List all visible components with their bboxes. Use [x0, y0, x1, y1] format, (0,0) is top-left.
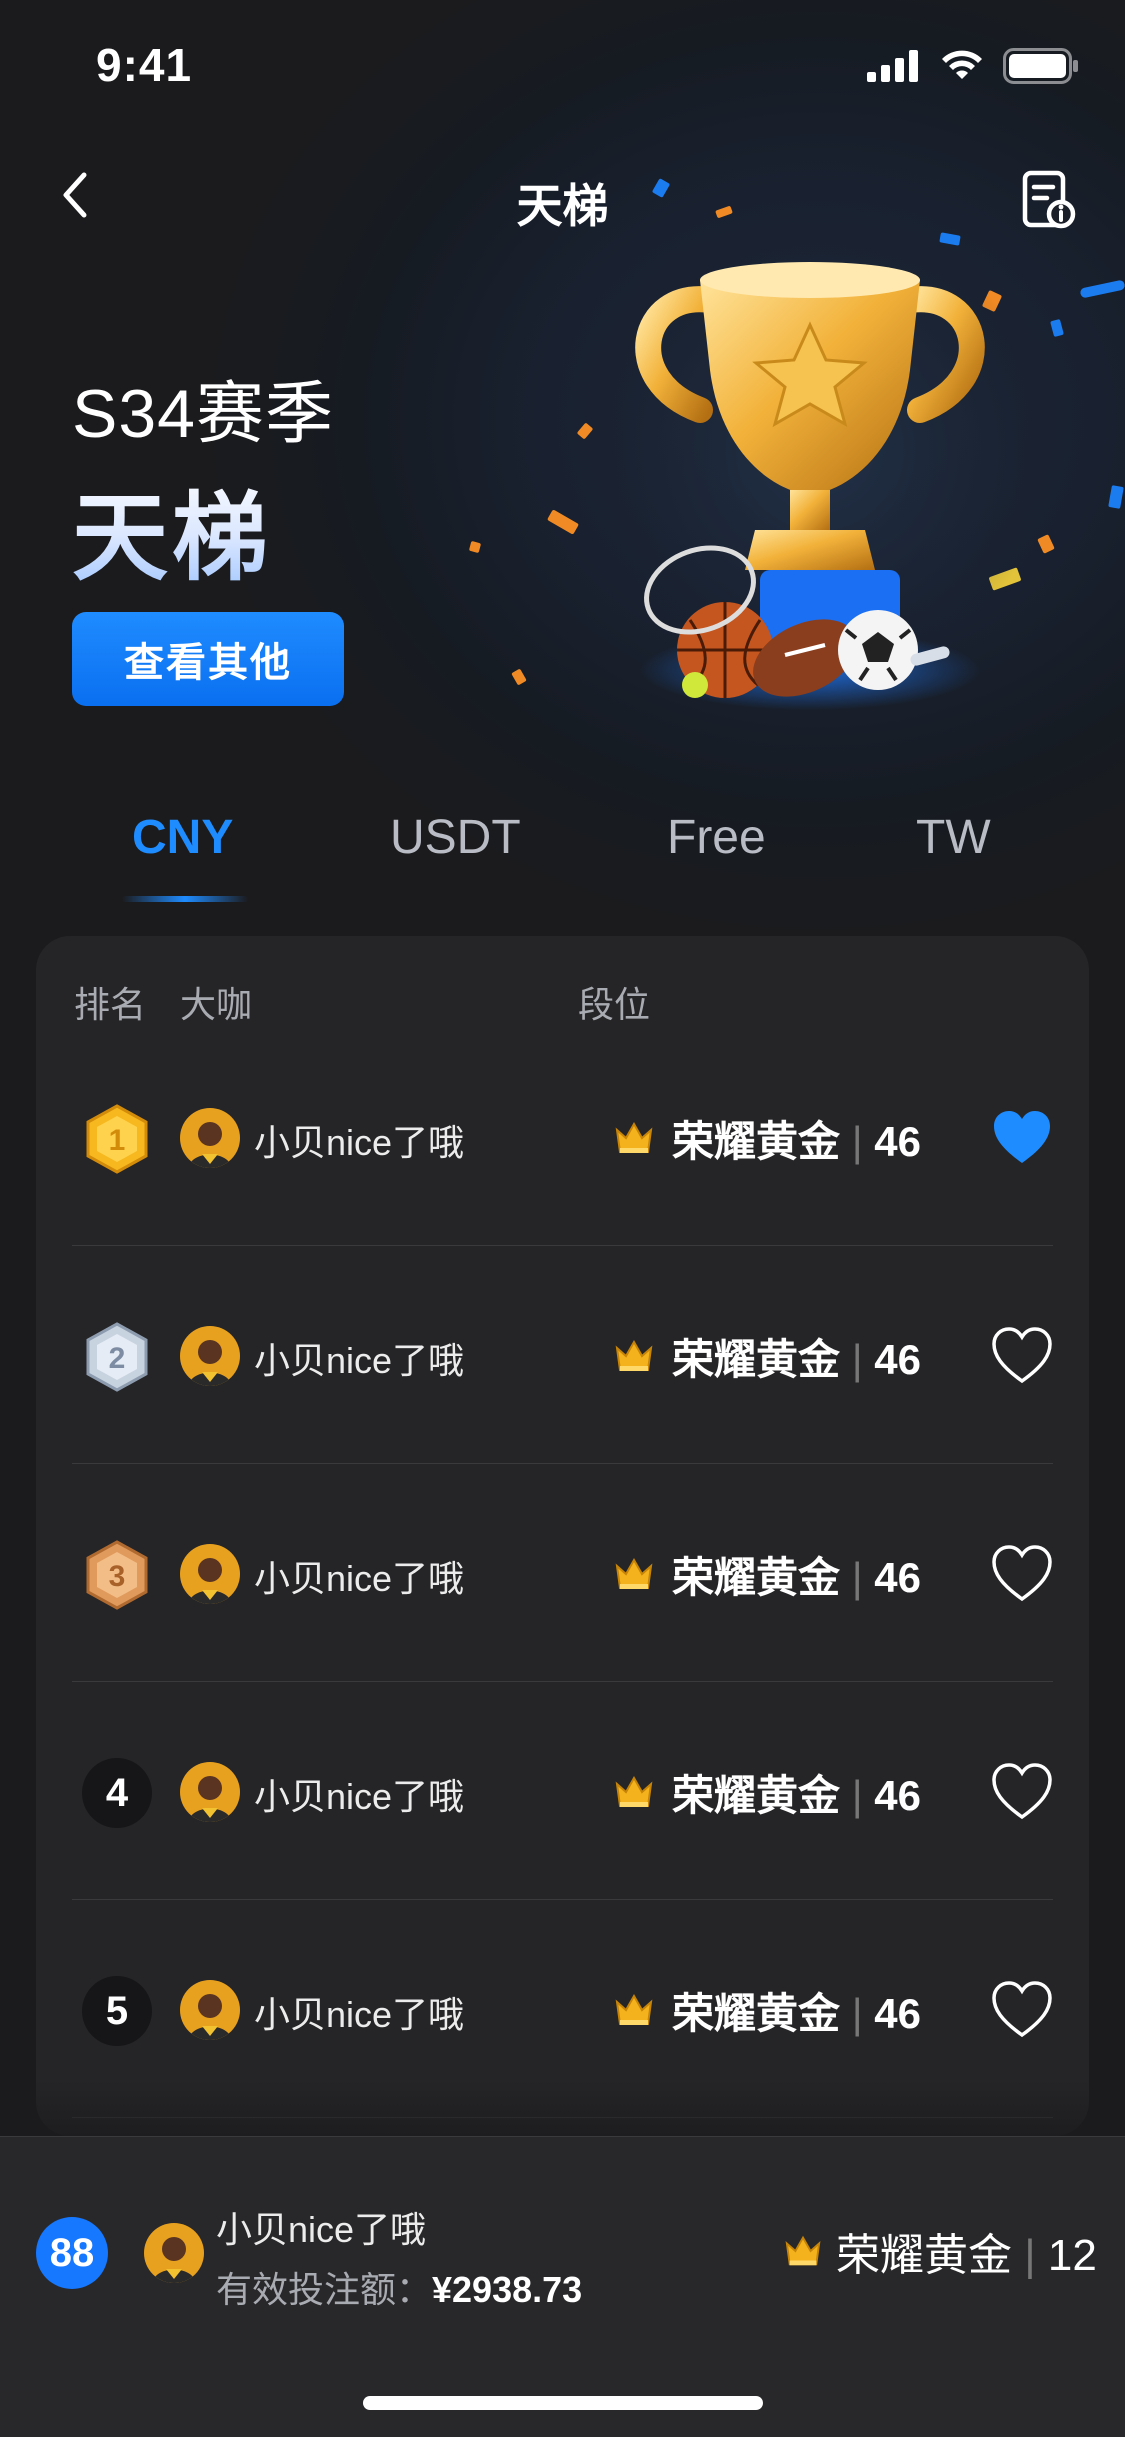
- my-rank-badge: 88: [36, 2217, 108, 2289]
- season-label: S34赛季: [72, 376, 334, 452]
- tier-level: 荣耀黄金 | 46: [672, 1990, 921, 2037]
- table-row[interactable]: 1 小贝nice了哦 荣耀黄金 | 46: [72, 1028, 1053, 1246]
- avatar[interactable]: [180, 1762, 240, 1822]
- battery-icon: [1003, 48, 1078, 84]
- heart-icon[interactable]: [991, 1326, 1053, 1384]
- avatar-icon: [144, 2223, 204, 2283]
- avatar-icon: [180, 1762, 240, 1822]
- list-fade-overlay: [0, 2080, 1125, 2140]
- header-rank: 排名: [74, 984, 147, 1025]
- heart-icon[interactable]: [991, 1108, 1053, 1166]
- my-bet-amount: 有效投注额：¥2938.73: [216, 2269, 583, 2310]
- hero-title: 天梯: [72, 460, 272, 599]
- avatar[interactable]: [180, 1980, 240, 2040]
- rank-number: 5: [82, 1976, 152, 2046]
- view-others-button[interactable]: 查看其他: [72, 612, 344, 706]
- avatar[interactable]: [180, 1108, 240, 1168]
- heart-icon[interactable]: [991, 1980, 1053, 2038]
- crown-icon: [615, 1775, 653, 1807]
- signal-icon: [867, 50, 918, 82]
- status-bar: 9:41: [0, 0, 1125, 140]
- wifi-icon: [942, 50, 982, 79]
- gold-medal-icon: 1: [86, 1104, 148, 1174]
- crown-icon: [615, 1557, 653, 1589]
- currency-tabs: CNY USDT Free TW: [0, 800, 1125, 910]
- my-name: 小贝nice了哦: [216, 2209, 427, 2250]
- tab-tw[interactable]: TW: [916, 810, 991, 865]
- player-name: 小贝nice了哦: [254, 1340, 465, 1381]
- svg-text:1: 1: [109, 1124, 126, 1157]
- player-name: 小贝nice了哦: [254, 1122, 465, 1163]
- player-name: 小贝nice了哦: [254, 1776, 465, 1817]
- avatar[interactable]: [180, 1326, 240, 1386]
- avatar-icon: [180, 1544, 240, 1604]
- status-time: 9:41: [96, 39, 193, 91]
- my-tier-level: 荣耀黄金 | 12: [836, 2231, 1097, 2280]
- table-row[interactable]: 4 小贝nice了哦 荣耀黄金 | 46: [72, 1682, 1053, 1900]
- tier-level: 荣耀黄金 | 46: [672, 1118, 921, 1165]
- rank-number: 4: [82, 1758, 152, 1828]
- crown-icon: [615, 1339, 653, 1371]
- rank-badge: 4: [82, 1758, 152, 1828]
- my-avatar[interactable]: [144, 2223, 204, 2283]
- heart-icon[interactable]: [991, 1762, 1053, 1820]
- avatar-icon: [180, 1980, 240, 2040]
- tab-usdt[interactable]: USDT: [390, 810, 521, 865]
- home-indicator[interactable]: [363, 2396, 763, 2410]
- rank-badge: 1: [82, 1104, 152, 1174]
- avatar-icon: [180, 1326, 240, 1386]
- svg-text:3: 3: [109, 1560, 126, 1593]
- table-row[interactable]: 2 小贝nice了哦 荣耀黄金 | 46: [72, 1246, 1053, 1464]
- ranking-panel: 排名 大咖 段位 1 小贝nice了哦 荣耀黄金 | 46 2 小贝nice了哦…: [36, 936, 1089, 2136]
- bronze-medal-icon: 3: [86, 1540, 148, 1610]
- tab-free[interactable]: Free: [667, 810, 766, 865]
- table-row[interactable]: 3 小贝nice了哦 荣耀黄金 | 46: [72, 1464, 1053, 1682]
- rank-badge: 3: [82, 1540, 152, 1610]
- tab-cny[interactable]: CNY: [132, 810, 233, 865]
- avatar-icon: [180, 1108, 240, 1168]
- tier-level: 荣耀黄金 | 46: [672, 1554, 921, 1601]
- crown-icon: [785, 2235, 821, 2266]
- rank-badge: 5: [82, 1976, 152, 2046]
- avatar[interactable]: [180, 1544, 240, 1604]
- rank-badge: 2: [82, 1322, 152, 1392]
- active-tab-indicator: [122, 896, 248, 902]
- heart-icon[interactable]: [991, 1544, 1053, 1602]
- player-name: 小贝nice了哦: [254, 1558, 465, 1599]
- crown-icon: [615, 1121, 653, 1153]
- crown-icon: [615, 1993, 653, 2025]
- header-player: 大咖: [180, 984, 253, 1025]
- my-ranking-bar: 88 小贝nice了哦 有效投注额：¥2938.73 荣耀黄金 | 12: [0, 2136, 1125, 2437]
- tier-level: 荣耀黄金 | 46: [672, 1336, 921, 1383]
- trophy-illustration: [560, 150, 1125, 750]
- silver-medal-icon: 2: [86, 1322, 148, 1392]
- player-name: 小贝nice了哦: [254, 1994, 465, 2035]
- tier-level: 荣耀黄金 | 46: [672, 1772, 921, 1819]
- svg-text:2: 2: [109, 1342, 126, 1375]
- header-tier: 段位: [578, 984, 651, 1025]
